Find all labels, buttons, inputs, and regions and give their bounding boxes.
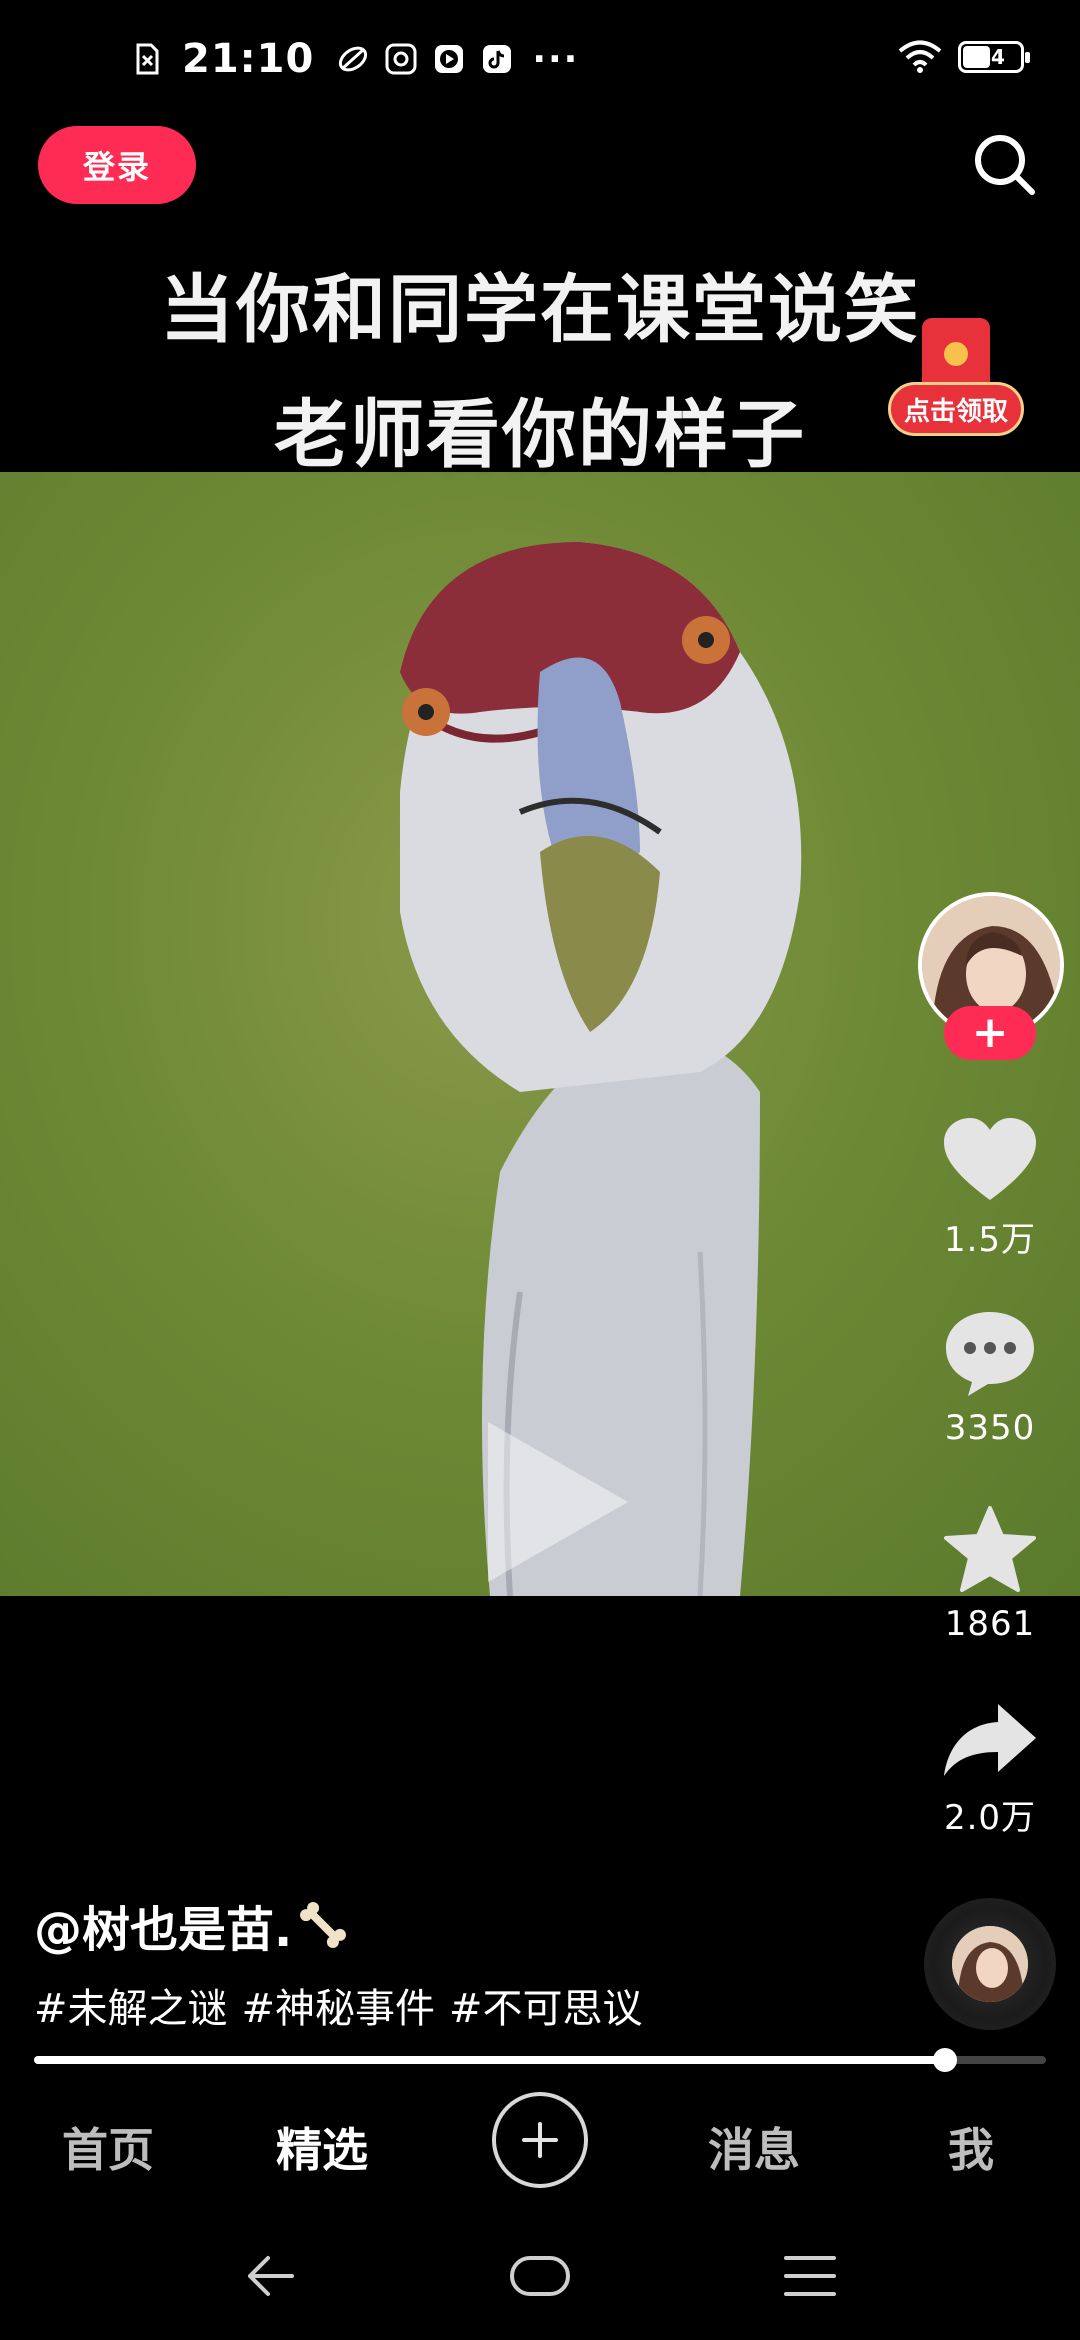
hashtag-list: #未解之谜 #神秘事件 #不可思议 [34, 1976, 643, 2034]
wifi-icon [898, 40, 942, 73]
status-time: 21:10 [182, 36, 315, 82]
music-cover [952, 1926, 1028, 2002]
video-player[interactable] [0, 472, 1080, 1596]
sim-off-icon [136, 43, 159, 75]
battery-level: 44 [977, 45, 1005, 69]
nav-me[interactable]: 我 [948, 2114, 994, 2180]
douyin-icon [483, 45, 512, 73]
menu-icon[interactable] [782, 2248, 838, 2304]
play-app-icon [435, 45, 464, 73]
nav-home[interactable]: 首页 [62, 2114, 154, 2180]
share-icon [944, 1704, 1036, 1776]
comment-count: 3350 [944, 1408, 1036, 1448]
like-button[interactable]: 1.5万 [930, 1116, 1050, 1261]
music-disc[interactable] [924, 1898, 1056, 2030]
nav-featured[interactable]: 精选 [276, 2114, 368, 2180]
app-leaf-icon [339, 46, 368, 72]
progress-fill [34, 2056, 945, 2064]
hashtag-link[interactable]: #不可思议 [449, 1976, 643, 2034]
heart-icon [944, 1118, 1036, 1200]
app-baidu-icon [385, 43, 417, 75]
search-icon[interactable] [970, 130, 1038, 198]
back-icon[interactable] [242, 2248, 298, 2304]
share-count: 2.0万 [943, 1798, 1037, 1838]
battery-icon: 44 [958, 41, 1030, 73]
hashtag-link[interactable]: #未解之谜 [34, 1976, 228, 2034]
author-name[interactable]: @树也是苗. [34, 1890, 292, 1960]
favorite-button[interactable]: 1861 [930, 1504, 1050, 1644]
video-progress-bar[interactable] [34, 2048, 1046, 2072]
star-icon [944, 1506, 1036, 1592]
bottom-nav: 首页 精选 消息 我 [0, 2080, 1080, 2200]
progress-handle[interactable] [932, 2048, 957, 2072]
hashtag-link[interactable]: #神秘事件 [242, 1976, 436, 2034]
login-button[interactable]: 登录 [38, 126, 196, 204]
nav-messages[interactable]: 消息 [708, 2114, 800, 2180]
like-count: 1.5万 [943, 1220, 1037, 1260]
comment-button[interactable]: 3350 [930, 1308, 1050, 1448]
favorite-count: 1861 [944, 1604, 1036, 1644]
add-button[interactable] [492, 2092, 588, 2188]
comment-icon [946, 1312, 1034, 1396]
plus-icon [522, 2122, 558, 2158]
video-feed-screen: 21:10 ··· 44 当你和同学在课堂说笑 老师看你的样子 登录 点击领取 … [0, 0, 1080, 2340]
play-icon[interactable] [478, 1412, 638, 1592]
status-bar: 21:10 ··· 44 [0, 0, 1080, 120]
system-nav-bar [0, 2220, 1080, 2340]
home-icon[interactable] [508, 2248, 572, 2304]
bone-icon [300, 1902, 346, 1948]
status-left: 21:10 ··· [130, 36, 579, 82]
follow-button[interactable]: + [944, 1006, 1036, 1060]
share-button[interactable]: 2.0万 [930, 1700, 1050, 1839]
red-packet-button[interactable]: 点击领取 [888, 318, 1024, 442]
red-packet-label: 点击领取 [888, 382, 1024, 436]
status-right: 44 [898, 40, 1030, 74]
status-more: ··· [532, 38, 580, 80]
